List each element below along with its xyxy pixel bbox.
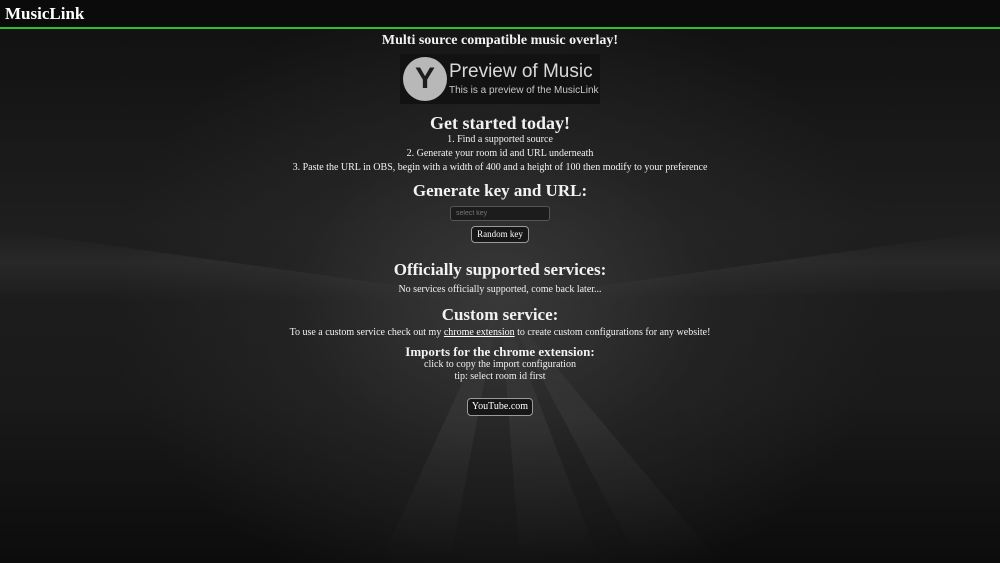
youtube-import-button[interactable]: YouTube.com bbox=[466, 398, 534, 416]
top-bar: MusicLink bbox=[0, 0, 1000, 29]
app-title: MusicLink bbox=[5, 4, 85, 23]
logo-letter: Y bbox=[414, 62, 435, 95]
custom-text-before: To use a custom service check out my bbox=[289, 327, 444, 338]
tagline: Multi source compatible music overlay! bbox=[381, 33, 619, 48]
key-input[interactable] bbox=[450, 206, 550, 221]
tip-text: tip: select room id first bbox=[454, 371, 546, 382]
preview-subtitle: This is a preview of the MusicLink bbox=[449, 85, 599, 96]
get-started-heading: Get started today! bbox=[430, 113, 570, 133]
copy-hint: click to copy the import configuration bbox=[424, 359, 576, 370]
custom-text-after: to create custom configurations for any … bbox=[514, 327, 711, 338]
official-services-heading: Officially supported services: bbox=[393, 260, 607, 279]
music-preview: Y Preview of Music This is a preview of … bbox=[400, 54, 600, 104]
steps-list: 1. Find a supported source 2. Generate y… bbox=[0, 133, 1000, 175]
step-item: 1. Find a supported source bbox=[447, 134, 553, 145]
random-key-button[interactable]: Random key bbox=[471, 226, 529, 243]
step-item: 3. Paste the URL in OBS, begin with a wi… bbox=[292, 162, 708, 173]
youtube-logo-icon: Y bbox=[403, 57, 447, 101]
step-item: 2. Generate your room id and URL underne… bbox=[406, 148, 594, 159]
generate-heading: Generate key and URL: bbox=[412, 181, 588, 200]
custom-service-heading: Custom service: bbox=[441, 305, 559, 324]
no-services-text: No services officially supported, come b… bbox=[398, 284, 602, 295]
preview-title: Preview of Music bbox=[449, 61, 593, 82]
custom-service-text: To use a custom service check out my chr… bbox=[0, 326, 1000, 340]
imports-heading: Imports for the chrome extension: bbox=[405, 344, 595, 359]
main-content: Multi source compatible music overlay! Y… bbox=[0, 31, 1000, 416]
chrome-extension-link[interactable]: chrome extension bbox=[444, 327, 515, 338]
